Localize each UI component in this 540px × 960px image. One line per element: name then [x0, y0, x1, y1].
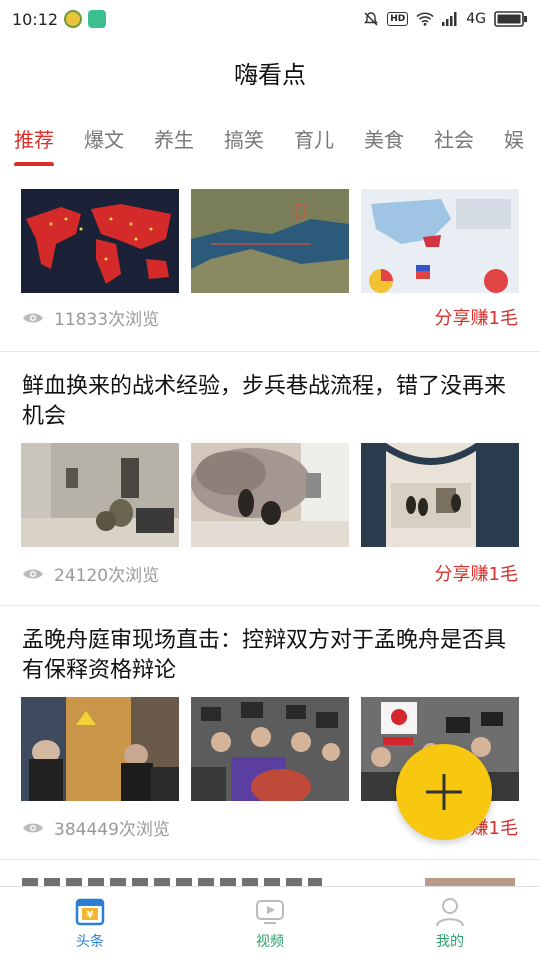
hd-badge: HD [387, 12, 409, 26]
svg-text:¥: ¥ [87, 910, 94, 921]
profile-icon [436, 898, 464, 927]
thumbnail-press-crowd[interactable] [191, 697, 349, 801]
notification-app-icon [64, 10, 83, 28]
thumbnail-soldiers-building[interactable] [21, 443, 179, 547]
view-count: 11833次浏览 [54, 309, 160, 330]
tab-food[interactable]: 美食 [364, 112, 404, 153]
plus-icon [426, 774, 462, 810]
next-article-thumb-peek [425, 878, 515, 886]
tab-parenting[interactable]: 育儿 [294, 112, 334, 153]
eye-icon [22, 566, 44, 580]
tab-health[interactable]: 养生 [154, 112, 194, 153]
network-label: 4G [466, 11, 486, 27]
tab-viral[interactable]: 爆文 [84, 112, 124, 153]
add-fab-button[interactable] [396, 744, 492, 840]
nav-headlines[interactable]: ¥ 头条 [0, 887, 180, 960]
thumbnail-strait-map[interactable] [191, 189, 349, 293]
notification-qr-icon [88, 10, 107, 28]
page-title: 嗨看点 [234, 60, 306, 89]
video-icon [256, 900, 284, 924]
nav-label-profile: 我的 [436, 934, 464, 950]
thumbnail-soldiers-smoke[interactable] [191, 443, 349, 547]
article-card[interactable]: 11833次浏览 分享赚1毛 [0, 166, 540, 350]
next-article-peek[interactable] [22, 878, 322, 886]
mute-bell-icon [364, 12, 379, 26]
status-time: 10:12 [12, 9, 59, 29]
view-count: 24120次浏览 [54, 565, 160, 586]
article-card[interactable]: 鲜血换来的战术经验，步兵巷战流程，错了没再来机会 24120次浏览 分享赚1毛 [0, 352, 540, 604]
thumbnail-courtroom-door[interactable] [21, 697, 179, 801]
eye-icon [22, 820, 44, 834]
divider [0, 859, 540, 860]
nav-label-video: 视频 [256, 934, 284, 950]
share-earn-button[interactable]: 分享赚1毛 [435, 304, 518, 330]
tab-recommend[interactable]: 推荐 [14, 112, 54, 166]
tab-entertainment[interactable]: 娱 [504, 112, 524, 153]
thumbnail-crimea-infographic[interactable] [361, 189, 519, 293]
eye-icon [22, 310, 44, 324]
tab-funny[interactable]: 搞笑 [224, 112, 264, 153]
status-bar: 10:12 HD 4G [0, 0, 540, 38]
article-title[interactable]: 孟晚舟庭审现场直击：控辩双方对于孟晚舟是否具有保释资格辩论 [22, 626, 512, 686]
wifi-icon [416, 12, 434, 26]
thumbnail-soldiers-arches[interactable] [361, 443, 519, 547]
nav-profile[interactable]: 我的 [360, 887, 540, 960]
battery-icon [494, 11, 527, 27]
tab-society[interactable]: 社会 [434, 112, 474, 153]
thumbnail-world-map[interactable] [21, 189, 179, 293]
bottom-navigation: ¥ 头条 视频 我的 [0, 886, 540, 960]
headline-icon: ¥ [75, 898, 105, 926]
app-header: 嗨看点 [0, 38, 540, 106]
signal-icon [442, 12, 457, 26]
share-earn-button[interactable]: 分享赚1毛 [435, 560, 518, 586]
view-count: 384449次浏览 [54, 819, 170, 840]
nav-video[interactable]: 视频 [180, 887, 360, 960]
article-title[interactable]: 鲜血换来的战术经验，步兵巷战流程，错了没再来机会 [22, 372, 512, 432]
nav-label-headlines: 头条 [76, 934, 104, 950]
category-tabs: 推荐 爆文 养生 搞笑 育儿 美食 社会 娱 [0, 112, 540, 166]
